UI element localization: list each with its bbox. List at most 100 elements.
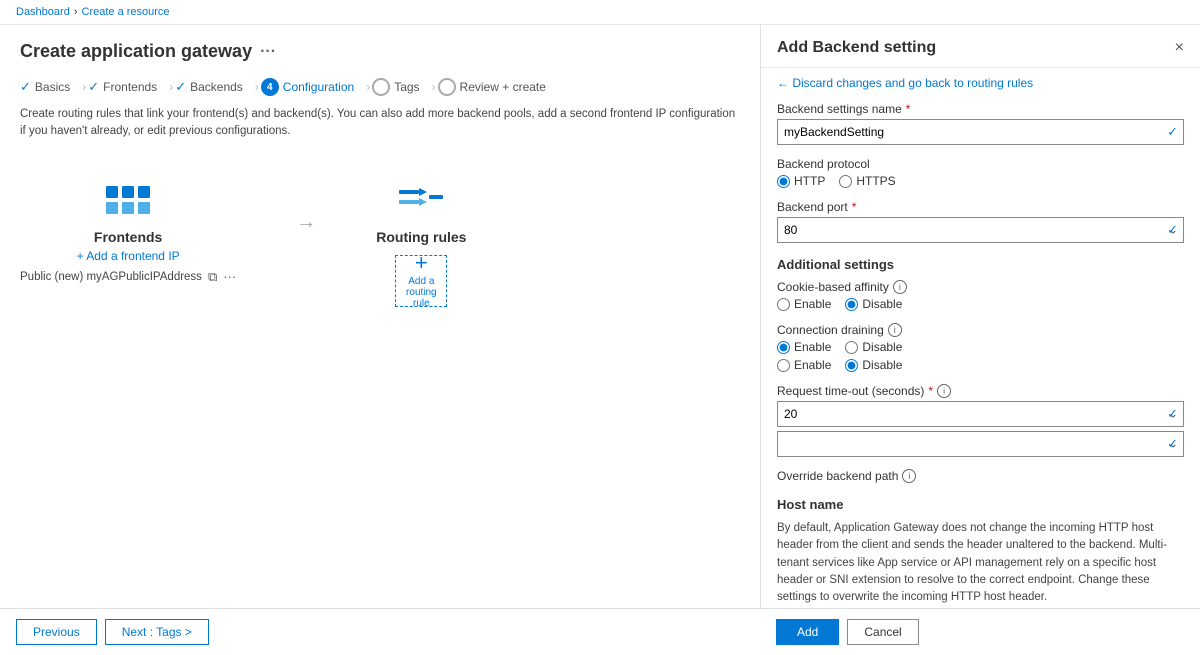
step-backends-label: Backends bbox=[190, 80, 243, 94]
step-frontends-check: ✓ bbox=[88, 79, 99, 95]
canvas: Frontends + Add a frontend IP Public (ne… bbox=[20, 161, 740, 327]
cookie-affinity-enable-option[interactable]: Enable bbox=[777, 297, 831, 311]
breadcrumb-create-resource[interactable]: Create a resource bbox=[82, 6, 170, 18]
frontends-label: Frontends bbox=[94, 229, 162, 245]
connection-draining-disable1-radio[interactable] bbox=[845, 341, 858, 354]
request-timeout-field: Request time-out (seconds) * i ✓ ✓ bbox=[777, 384, 1184, 457]
frontends-icon bbox=[102, 181, 154, 225]
step-basics-check: ✓ bbox=[20, 79, 31, 95]
cancel-button[interactable]: Cancel bbox=[847, 619, 918, 645]
backend-settings-name-input[interactable] bbox=[777, 119, 1184, 145]
request-timeout-input[interactable] bbox=[777, 401, 1184, 427]
left-panel: Create application gateway ··· ✓ Basics … bbox=[0, 25, 760, 652]
backend-protocol-label: Backend protocol bbox=[777, 157, 1184, 171]
step-configuration[interactable]: 4 Configuration bbox=[261, 74, 364, 100]
connection-draining-enable2-option[interactable]: Enable bbox=[777, 358, 831, 372]
additional-settings-header: Additional settings bbox=[777, 257, 1184, 272]
step-review-empty bbox=[438, 78, 456, 96]
step-frontends-label: Frontends bbox=[103, 80, 157, 94]
cookie-affinity-disable-option[interactable]: Disable bbox=[845, 297, 902, 311]
routing-rules-icon bbox=[395, 181, 447, 225]
request-timeout-info-icon[interactable]: i bbox=[937, 384, 951, 398]
add-frontend-ip-link[interactable]: + Add a frontend IP bbox=[77, 249, 180, 263]
step-tags[interactable]: Tags bbox=[372, 74, 429, 100]
step-configuration-number: 4 bbox=[261, 78, 279, 96]
protocol-https-option[interactable]: HTTPS bbox=[839, 174, 895, 188]
step-tags-empty bbox=[372, 78, 390, 96]
step-basics[interactable]: ✓ Basics bbox=[20, 75, 80, 99]
step-frontends[interactable]: ✓ Frontends bbox=[88, 75, 167, 99]
step-review[interactable]: Review + create bbox=[438, 74, 556, 100]
ellipsis-icon[interactable]: ··· bbox=[223, 269, 236, 284]
backend-protocol-radio-group: HTTP HTTPS bbox=[777, 174, 1184, 188]
host-name-section-header: Host name bbox=[777, 497, 1184, 512]
step-backends[interactable]: ✓ Backends bbox=[175, 75, 253, 99]
previous-button[interactable]: Previous bbox=[16, 619, 97, 645]
cookie-affinity-enable-radio[interactable] bbox=[777, 298, 790, 311]
connection-draining-label: Connection draining i bbox=[777, 323, 1184, 337]
connection-draining-info-icon[interactable]: i bbox=[888, 323, 902, 337]
connection-draining-row1: Enable Disable bbox=[777, 340, 1184, 354]
add-button[interactable]: Add bbox=[776, 619, 839, 645]
page-title-text: Create application gateway bbox=[20, 41, 252, 62]
protocol-https-radio[interactable] bbox=[839, 175, 852, 188]
request-timeout-label: Request time-out (seconds) * i bbox=[777, 384, 1184, 398]
required-star-timeout: * bbox=[928, 384, 933, 398]
breadcrumb-dashboard[interactable]: Dashboard bbox=[16, 6, 70, 18]
required-star-port: * bbox=[852, 200, 857, 214]
connection-draining-enable2-radio[interactable] bbox=[777, 359, 790, 372]
add-routing-rule-label: Add a routing rule bbox=[396, 276, 446, 309]
backend-port-field: Backend port * ✓ bbox=[777, 200, 1184, 243]
step-configuration-label: Configuration bbox=[283, 80, 354, 94]
back-to-routing-rules-link[interactable]: ← Discard changes and go back to routing… bbox=[761, 68, 1200, 98]
routing-rules-svg-icon bbox=[397, 184, 445, 222]
host-name-description: By default, Application Gateway does not… bbox=[777, 520, 1184, 606]
connection-draining-disable2-option[interactable]: Disable bbox=[845, 358, 902, 372]
connection-draining-disable1-option[interactable]: Disable bbox=[845, 340, 902, 354]
port-check-icon: ✓ bbox=[1167, 222, 1178, 238]
page-options-menu[interactable]: ··· bbox=[260, 43, 276, 61]
connection-draining-enable1-radio[interactable] bbox=[777, 341, 790, 354]
protocol-http-radio[interactable] bbox=[777, 175, 790, 188]
override-backend-path-label: Override backend path i bbox=[777, 469, 1184, 483]
step-backends-check: ✓ bbox=[175, 79, 186, 95]
canvas-routing-box: Routing rules + Add a routing rule bbox=[376, 181, 466, 307]
request-timeout-input2[interactable] bbox=[777, 431, 1184, 457]
breadcrumb: Dashboard › Create a resource bbox=[0, 0, 1200, 25]
close-button[interactable]: × bbox=[1175, 39, 1184, 57]
add-routing-rule-plus-icon: + bbox=[415, 252, 428, 274]
protocol-http-option[interactable]: HTTP bbox=[777, 174, 825, 188]
field-check-icon: ✓ bbox=[1167, 124, 1178, 140]
connection-draining-enable1-option[interactable]: Enable bbox=[777, 340, 831, 354]
connection-draining-row2: Enable Disable bbox=[777, 358, 1184, 372]
next-tags-button[interactable]: Next : Tags > bbox=[105, 619, 209, 645]
override-path-info-icon[interactable]: i bbox=[902, 469, 916, 483]
cookie-affinity-info-icon[interactable]: i bbox=[893, 280, 907, 294]
cookie-based-affinity-field: Cookie-based affinity i Enable Disable bbox=[777, 280, 1184, 311]
cookie-affinity-disable-radio[interactable] bbox=[845, 298, 858, 311]
connection-draining-disable2-radio[interactable] bbox=[845, 359, 858, 372]
required-star: * bbox=[906, 102, 911, 116]
step-basics-label: Basics bbox=[35, 80, 70, 94]
step-review-label: Review + create bbox=[460, 80, 546, 94]
backend-settings-name-label: Backend settings name * bbox=[777, 102, 1184, 116]
backend-settings-name-field: Backend settings name * ✓ bbox=[777, 102, 1184, 145]
right-panel: Add Backend setting × ← Discard changes … bbox=[760, 25, 1200, 652]
page-description: Create routing rules that link your fron… bbox=[20, 106, 740, 141]
frontend-ip-value: Public (new) myAGPublicIPAddress ⧉ ··· bbox=[20, 269, 236, 285]
right-panel-body: Backend settings name * ✓ Backend protoc… bbox=[761, 98, 1200, 652]
backend-port-input[interactable] bbox=[777, 217, 1184, 243]
right-panel-title: Add Backend setting bbox=[777, 39, 936, 57]
add-routing-rule-button[interactable]: + Add a routing rule bbox=[395, 255, 447, 307]
canvas-arrow: → bbox=[296, 211, 316, 234]
right-panel-header: Add Backend setting × bbox=[761, 25, 1200, 68]
bottom-bar: Previous Next : Tags > bbox=[0, 608, 760, 655]
page-title: Create application gateway ··· bbox=[20, 41, 740, 62]
canvas-frontends-box: Frontends + Add a frontend IP Public (ne… bbox=[20, 181, 236, 285]
timeout2-check-icon: ✓ bbox=[1167, 436, 1178, 452]
routing-add-container: + Add a routing rule bbox=[395, 255, 447, 307]
cookie-affinity-label: Cookie-based affinity i bbox=[777, 280, 1184, 294]
copy-icon[interactable]: ⧉ bbox=[208, 269, 217, 285]
cookie-affinity-radio-group: Enable Disable bbox=[777, 297, 1184, 311]
step-tags-label: Tags bbox=[394, 80, 419, 94]
